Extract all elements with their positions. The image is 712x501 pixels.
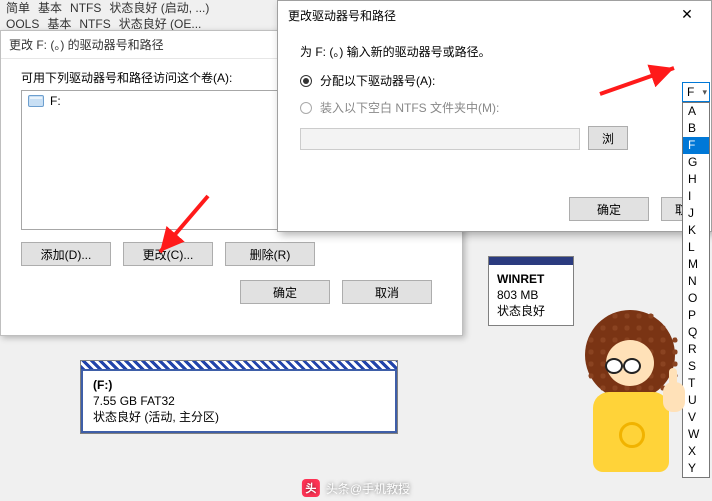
dropdown-option[interactable]: V [683, 409, 709, 426]
volume-name: WINRET [497, 271, 565, 287]
close-icon[interactable]: ✕ [667, 3, 707, 27]
remove-button[interactable]: 删除(R) [225, 242, 315, 266]
watermark-badge-icon: 头 [302, 479, 320, 497]
dropdown-option[interactable]: F [683, 137, 709, 154]
tile-header-bar [81, 361, 397, 369]
dropdown-option[interactable]: B [683, 120, 709, 137]
mount-path-input [300, 128, 580, 150]
volume-status: 状态良好 (活动, 主分区) [93, 409, 385, 425]
dropdown-option[interactable]: G [683, 154, 709, 171]
radio-icon [300, 102, 312, 114]
dropdown-option[interactable]: X [683, 443, 709, 460]
volume-status: 状态良好 [497, 303, 565, 319]
drive-letter-combo[interactable]: F ▾ [682, 82, 710, 102]
dropdown-option[interactable]: R [683, 341, 709, 358]
assign-drive-letter-dialog: 更改驱动器号和路径 ✕ 为 F: (。) 输入新的驱动器号或路径。 分配以下驱动… [277, 0, 712, 232]
radio-label: 装入以下空白 NTFS 文件夹中(M): [320, 99, 499, 116]
cancel-button[interactable]: 取消 [342, 280, 432, 304]
annotation-arrow-icon [596, 54, 686, 107]
ok-button[interactable]: 确定 [240, 280, 330, 304]
dropdown-option[interactable]: J [683, 205, 709, 222]
dropdown-option[interactable]: H [683, 171, 709, 188]
dropdown-option[interactable]: K [683, 222, 709, 239]
dropdown-option[interactable]: A [683, 103, 709, 120]
dropdown-option[interactable]: N [683, 273, 709, 290]
ok-button[interactable]: 确定 [569, 197, 649, 221]
add-button[interactable]: 添加(D)... [21, 242, 111, 266]
volume-label: F: [50, 94, 61, 108]
drive-letter-dropdown[interactable]: ABFGHIJKLMNOPQRSTUVWXY [682, 102, 710, 478]
drive-icon [28, 95, 44, 107]
volume-size: 7.55 GB FAT32 [93, 393, 385, 409]
radio-icon [300, 75, 312, 87]
browse-button[interactable]: 浏 [588, 126, 628, 150]
chevron-down-icon: ▾ [702, 87, 707, 98]
dialog-title: 更改驱动器号和路径 [288, 7, 396, 24]
dropdown-option[interactable]: Q [683, 324, 709, 341]
winret-volume-tile[interactable]: WINRET 803 MB 状态良好 [488, 256, 574, 326]
dropdown-option[interactable]: I [683, 188, 709, 205]
radio-label: 分配以下驱动器号(A): [320, 72, 435, 89]
volume-size: 803 MB [497, 287, 565, 303]
dropdown-option[interactable]: S [683, 358, 709, 375]
source-watermark: 头 头条@手机教授 [302, 479, 410, 497]
tile-header-bar [489, 257, 573, 265]
dropdown-option[interactable]: M [683, 256, 709, 273]
dropdown-option[interactable]: W [683, 426, 709, 443]
dropdown-option[interactable]: T [683, 375, 709, 392]
mascot-avatar [575, 310, 685, 480]
dropdown-option[interactable]: Y [683, 460, 709, 477]
watermark-text: 头条@手机教授 [326, 480, 410, 497]
dropdown-option[interactable]: L [683, 239, 709, 256]
dropdown-option[interactable]: P [683, 307, 709, 324]
dropdown-option[interactable]: U [683, 392, 709, 409]
dropdown-option[interactable]: O [683, 290, 709, 307]
volume-name: (F:) [93, 377, 385, 393]
annotation-arrow-icon [140, 190, 220, 273]
combo-value: F [687, 85, 694, 99]
f-volume-tile[interactable]: (F:) 7.55 GB FAT32 状态良好 (活动, 主分区) [80, 360, 398, 434]
